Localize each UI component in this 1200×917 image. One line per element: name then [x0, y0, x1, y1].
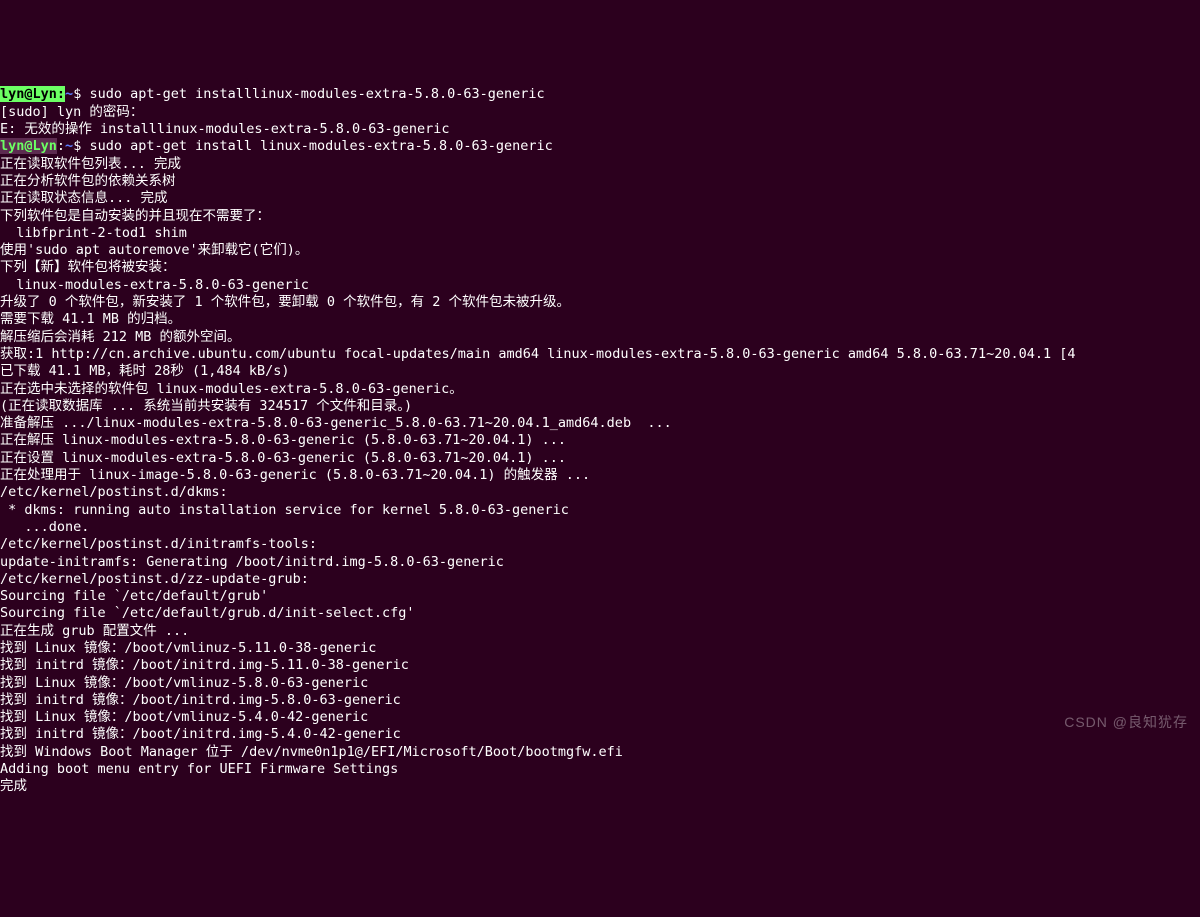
- output-line: [sudo] lyn 的密码：: [0, 104, 143, 120]
- output-line: 找到 initrd 镜像：/boot/initrd.img-5.8.0-63-g…: [0, 692, 401, 708]
- output-line: Sourcing file `/etc/default/grub.d/init-…: [0, 605, 415, 621]
- output-line: 找到 initrd 镜像：/boot/initrd.img-5.11.0-38-…: [0, 657, 409, 673]
- output-line: * dkms: running auto installation servic…: [0, 502, 569, 518]
- output-line: libfprint-2-tod1 shim: [0, 225, 187, 241]
- output-line: E: 无效的操作 installlinux-modules-extra-5.8.…: [0, 121, 450, 137]
- output-line: 需要下载 41.1 MB 的归档。: [0, 311, 181, 327]
- output-line: 正在读取状态信息... 完成: [0, 190, 168, 206]
- output-line: update-initramfs: Generating /boot/initr…: [0, 554, 504, 570]
- output-line: 找到 Linux 镜像：/boot/vmlinuz-5.11.0-38-gene…: [0, 640, 376, 656]
- output-line: 正在读取软件包列表... 完成: [0, 156, 181, 172]
- output-line: 找到 Linux 镜像：/boot/vmlinuz-5.8.0-63-gener…: [0, 675, 368, 691]
- output-line: 准备解压 .../linux-modules-extra-5.8.0-63-ge…: [0, 415, 672, 431]
- output-line: 正在处理用于 linux-image-5.8.0-63-generic (5.8…: [0, 467, 590, 483]
- output-line: /etc/kernel/postinst.d/zz-update-grub:: [0, 571, 309, 587]
- user-host: lyn@Lyn: [0, 86, 57, 102]
- user-host: lyn@Lyn: [0, 138, 57, 154]
- output-line: (正在读取数据库 ... 系统当前共安装有 324517 个文件和目录。): [0, 398, 412, 414]
- prompt-2: lyn@Lyn:~$ sudo apt-get install linux-mo…: [0, 138, 553, 154]
- output-line: 找到 Windows Boot Manager 位于 /dev/nvme0n1p…: [0, 744, 623, 760]
- output-line: Sourcing file `/etc/default/grub': [0, 588, 268, 604]
- command-1: sudo apt-get installlinux-modules-extra-…: [89, 86, 544, 102]
- output-line: 找到 initrd 镜像：/boot/initrd.img-5.4.0-42-g…: [0, 726, 401, 742]
- output-line: 正在选中未选择的软件包 linux-modules-extra-5.8.0-63…: [0, 381, 463, 397]
- output-line: 正在分析软件包的依赖关系树: [0, 173, 176, 189]
- output-line: 获取:1 http://cn.archive.ubuntu.com/ubuntu…: [0, 346, 1075, 362]
- output-line: /etc/kernel/postinst.d/dkms:: [0, 484, 228, 500]
- output-line: 正在设置 linux-modules-extra-5.8.0-63-generi…: [0, 450, 566, 466]
- output-line: 正在解压 linux-modules-extra-5.8.0-63-generi…: [0, 432, 566, 448]
- output-line: linux-modules-extra-5.8.0-63-generic: [0, 277, 309, 293]
- output-line: /etc/kernel/postinst.d/initramfs-tools:: [0, 536, 317, 552]
- output-line: 升级了 0 个软件包，新安装了 1 个软件包，要卸载 0 个软件包，有 2 个软…: [0, 294, 570, 310]
- output-line: 下列软件包是自动安装的并且现在不需要了：: [0, 208, 270, 224]
- output-line: 下列【新】软件包将被安装：: [0, 259, 176, 275]
- terminal-output[interactable]: lyn@Lyn:~$ sudo apt-get installlinux-mod…: [0, 69, 1200, 795]
- output-line: 完成: [0, 778, 27, 794]
- output-line: 找到 Linux 镜像：/boot/vmlinuz-5.4.0-42-gener…: [0, 709, 368, 725]
- cwd: ~: [65, 138, 73, 154]
- command-2: sudo apt-get install linux-modules-extra…: [89, 138, 552, 154]
- output-line: 解压缩后会消耗 212 MB 的额外空间。: [0, 329, 241, 345]
- output-line: 已下载 41.1 MB，耗时 28秒 (1,484 kB/s): [0, 363, 290, 379]
- output-line: 正在生成 grub 配置文件 ...: [0, 623, 189, 639]
- watermark: CSDN @良知犹存: [1064, 714, 1188, 731]
- output-line: ...done.: [0, 519, 89, 535]
- output-line: Adding boot menu entry for UEFI Firmware…: [0, 761, 398, 777]
- cwd: ~: [65, 86, 73, 102]
- output-line: 使用'sudo apt autoremove'来卸载它(它们)。: [0, 242, 308, 258]
- prompt-1: lyn@Lyn:~$ sudo apt-get installlinux-mod…: [0, 86, 545, 102]
